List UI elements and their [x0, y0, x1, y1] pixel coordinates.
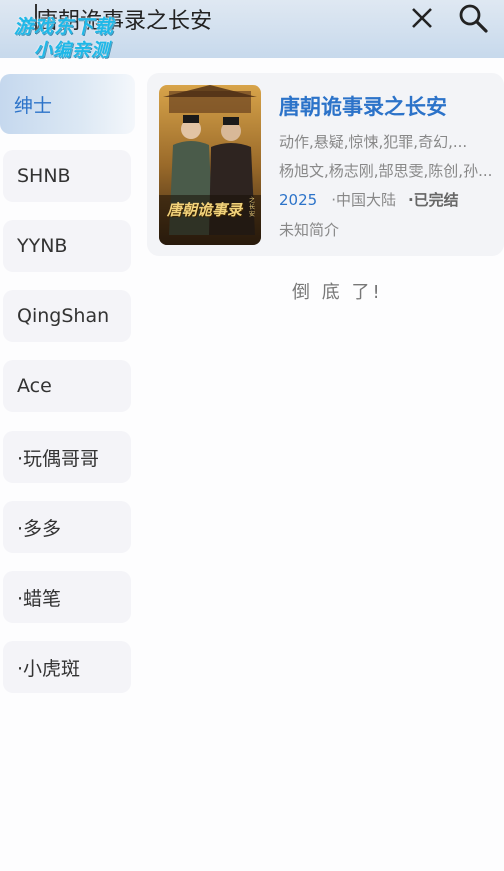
result-region: ·中国大陆 [331, 191, 396, 209]
end-of-list-text: 倒 底 了! [292, 282, 383, 303]
sidebar-item-label: ·小虎斑 [17, 657, 81, 680]
sidebar-item-label: SHNB [17, 165, 71, 187]
sidebar-item-label: ·多多 [17, 517, 62, 540]
top-bar: 游戏东下载 小编亲测 [0, 0, 504, 61]
result-year: 2025 [279, 191, 318, 209]
sidebar-item-gentleman[interactable]: 绅士 [0, 74, 135, 134]
watermark-line1: 游戏东下载 [14, 16, 115, 38]
sidebar-item-xiaohuban[interactable]: ·小虎斑 [3, 641, 131, 693]
sidebar-item-label: YYNB [17, 235, 68, 257]
sidebar-item-yynb[interactable]: YYNB [3, 220, 131, 272]
result-description: 未知简介 [279, 221, 340, 239]
search-icon [459, 4, 488, 33]
sidebar-item-shnb[interactable]: SHNB [3, 150, 131, 202]
result-genres: 动作,悬疑,惊悚,犯罪,奇幻,... [279, 133, 468, 151]
poster-subtitle-text: 之长安 [249, 197, 256, 218]
sidebar-item-label: ·玩偶哥哥 [17, 447, 100, 470]
result-card[interactable]: 唐朝诡事录 之长安 唐朝诡事录之长安 动作,悬疑,惊悚,犯罪,奇幻,... 杨旭… [147, 73, 504, 256]
close-icon [412, 8, 432, 28]
sidebar-item-ace[interactable]: Ace [3, 360, 131, 412]
sidebar-item-duoduo[interactable]: ·多多 [3, 501, 131, 553]
result-title[interactable]: 唐朝诡事录之长安 [279, 91, 447, 121]
close-button[interactable] [404, 2, 440, 38]
sidebar-item-label: 绅士 [14, 94, 53, 117]
sidebar-item-qingshan[interactable]: QingShan [3, 290, 131, 342]
result-cast: 杨旭文,杨志刚,郜思雯,陈创,孙... [279, 162, 493, 180]
poster-title-text: 唐朝诡事录 [167, 201, 243, 219]
sidebar-item-label: Ace [17, 375, 52, 397]
result-meta: 2025 ·中国大陆 ·已完结 [279, 189, 459, 210]
watermark-line2: 小编亲测 [34, 40, 110, 61]
sidebar-item-label: QingShan [17, 305, 110, 327]
search-button[interactable] [456, 2, 492, 38]
sidebar-item-label: ·蜡笔 [17, 587, 62, 610]
poster-image: 唐朝诡事录 之长安 [159, 85, 261, 245]
sidebar-item-labi[interactable]: ·蜡笔 [3, 571, 131, 623]
result-status: ·已完结 [407, 191, 459, 209]
sidebar-item-wanou-gege[interactable]: ·玩偶哥哥 [3, 431, 131, 483]
